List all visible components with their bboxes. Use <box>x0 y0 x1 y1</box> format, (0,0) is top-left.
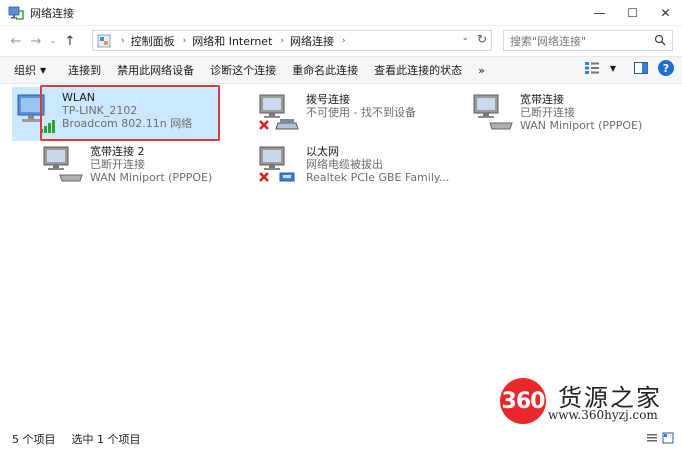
title-bar: 网络连接 — ☐ ✕ <box>0 0 682 26</box>
minimize-button[interactable]: — <box>583 0 616 26</box>
connection-status: 已断开连接 <box>520 106 575 119</box>
connection-item-dialup[interactable]: 拨号连接 不可使用 - 找不到设备 <box>256 89 456 143</box>
window-title: 网络连接 <box>30 6 74 20</box>
breadcrumb-separator: › <box>182 35 187 46</box>
selection-count: 选中 1 个项目 <box>71 433 141 446</box>
view-status-button[interactable]: 查看此连接的状态 <box>366 57 470 83</box>
organize-label: 组织 <box>14 64 36 77</box>
connection-device: Realtek PCIe GBE Family... <box>306 171 450 184</box>
connection-item-broadband[interactable]: 宽带连接 已断开连接 WAN Miniport (PPPOE) <box>470 89 670 143</box>
chevron-down-icon: ▼ <box>40 65 47 75</box>
connection-status: 已断开连接 <box>90 158 145 171</box>
change-view-icon[interactable] <box>584 61 600 75</box>
close-button[interactable]: ✕ <box>649 0 682 26</box>
broadband-adapter-icon <box>470 91 518 139</box>
tiles-view-icon[interactable] <box>662 432 674 447</box>
search-icon[interactable] <box>654 34 666 49</box>
breadcrumb-network-connections[interactable]: 网络连接 <box>290 33 334 49</box>
organize-menu[interactable]: 组织 ▼ <box>0 57 54 83</box>
address-field[interactable]: › 控制面板 › 网络和 Internet › 网络连接 › ⌄ ↻ <box>92 30 492 51</box>
watermark-url: www.360hyzj.com <box>548 408 658 422</box>
breadcrumb-network-internet[interactable]: 网络和 Internet <box>192 33 272 49</box>
breadcrumb-control-panel[interactable]: 控制面板 <box>131 33 175 49</box>
help-icon[interactable]: ? <box>658 60 674 76</box>
connection-name: 宽带连接 <box>520 93 564 106</box>
recent-locations-button[interactable]: ⌄ <box>46 29 60 53</box>
connection-name: 宽带连接 2 <box>90 145 145 158</box>
address-bar-row: ← → ⌄ ↑ › 控制面板 › 网络和 Internet › 网络连接 › ⌄… <box>0 27 682 55</box>
connection-name: 以太网 <box>306 145 339 158</box>
disable-device-button[interactable]: 禁用此网络设备 <box>109 57 202 83</box>
network-connections-icon <box>8 5 24 21</box>
details-view-icon[interactable] <box>646 432 658 447</box>
breadcrumb-separator: › <box>280 35 285 46</box>
search-input[interactable]: 搜索"网络连接" <box>503 30 673 51</box>
rename-button[interactable]: 重命名此连接 <box>284 57 366 83</box>
command-bar: 组织 ▼ 连接到 禁用此网络设备 诊断这个连接 重命名此连接 查看此连接的状态 … <box>0 56 682 84</box>
connection-device: WAN Miniport (PPPOE) <box>520 119 643 132</box>
refresh-icon[interactable]: ↻ <box>477 32 487 46</box>
forward-button[interactable]: → <box>26 29 46 53</box>
broadband-adapter-icon <box>40 143 88 191</box>
connection-device: WAN Miniport (PPPOE) <box>90 171 213 184</box>
control-panel-icon <box>97 34 111 48</box>
address-dropdown-icon[interactable]: ⌄ <box>461 33 469 43</box>
connection-item-broadband-2[interactable]: 宽带连接 2 已断开连接 WAN Miniport (PPPOE) <box>40 141 240 195</box>
connections-list: WLAN TP-LINK_2102 Broadcom 802.11n 网络 拨号… <box>0 85 682 425</box>
breadcrumb-separator: › <box>121 35 125 46</box>
connection-name: 拨号连接 <box>306 93 350 106</box>
more-commands-button[interactable]: » <box>470 57 493 83</box>
dialup-modem-icon <box>256 91 304 139</box>
ethernet-adapter-icon <box>256 143 304 191</box>
up-button[interactable]: ↑ <box>60 29 80 53</box>
connection-status: 网络电缆被拔出 <box>306 158 383 171</box>
maximize-button[interactable]: ☐ <box>616 0 649 26</box>
back-button[interactable]: ← <box>6 29 26 53</box>
watermark-badge: 360 <box>500 378 546 424</box>
diagnose-button[interactable]: 诊断这个连接 <box>202 57 284 83</box>
search-placeholder: 搜索"网络连接" <box>510 34 587 48</box>
connection-item-ethernet[interactable]: 以太网 网络电缆被拔出 Realtek PCIe GBE Family... <box>256 141 456 195</box>
status-bar: 5 个项目 选中 1 个项目 <box>0 428 682 450</box>
highlight-annotation <box>40 85 220 141</box>
item-count: 5 个项目 <box>12 433 56 446</box>
watermark: 360 货源之家 www.360hyzj.com <box>500 378 682 428</box>
view-options-chevron-icon[interactable]: ▼ <box>610 64 616 73</box>
connect-to-button[interactable]: 连接到 <box>60 57 109 83</box>
preview-pane-icon[interactable] <box>634 62 648 74</box>
breadcrumb-separator: › <box>342 35 346 46</box>
connection-status: 不可使用 - 找不到设备 <box>306 106 416 119</box>
